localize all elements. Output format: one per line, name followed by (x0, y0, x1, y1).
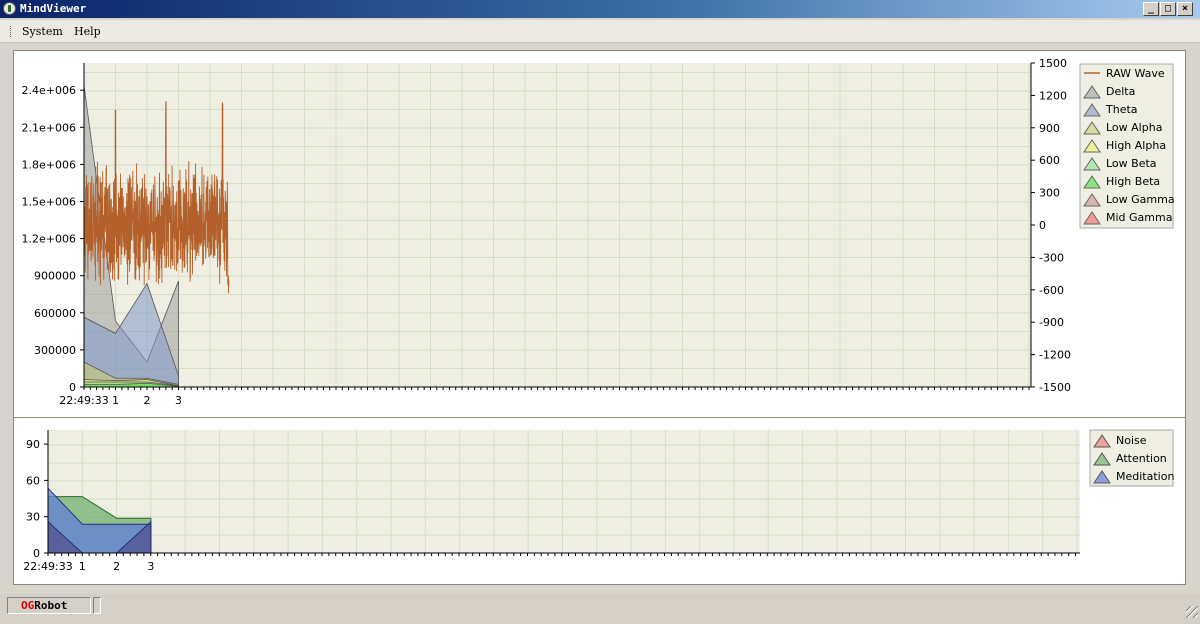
minimize-button[interactable]: _ (1143, 2, 1159, 16)
y-right-tick-label: -600 (1039, 284, 1064, 297)
y-right-tick-label: 1500 (1039, 57, 1067, 70)
resize-grip[interactable] (1186, 606, 1198, 618)
brainwave-chart: 2.4e+006 2.1e+006 1.8e+006 1.5e+006 1.2e+006… (22, 57, 1175, 407)
y-right-tick-label: -300 (1039, 251, 1064, 264)
menu-system[interactable]: System (22, 25, 63, 38)
menu-help[interactable]: Help (74, 25, 101, 38)
y-left-tick-label: 1.5e+006 (22, 196, 76, 209)
y-left-tick-label: 0 (69, 381, 76, 394)
y-left-tick-label: 1.2e+006 (22, 233, 76, 246)
y-left-tick-label: 600000 (34, 307, 76, 320)
y-tick-label: 60 (26, 474, 40, 487)
y-tick-label: 90 (26, 438, 40, 451)
brand-suffix: Robot (34, 599, 68, 612)
y-right-tick-label: 600 (1039, 154, 1060, 167)
x-tick-label: 1 (112, 394, 119, 407)
esense-chart-panel: 90 60 30 0 22:49:33 1 2 3 Noise Attention Meditati… (13, 417, 1186, 585)
x-tick-label: 22:49:33 (59, 394, 108, 407)
legend-label: Mid Gamma (1106, 211, 1172, 224)
close-button[interactable]: × (1177, 2, 1193, 16)
y-left-tick-label: 1.8e+006 (22, 158, 76, 171)
y-tick-label: 0 (33, 547, 40, 560)
x-tick-label: 22:49:33 (23, 560, 72, 573)
legend-label: Delta (1106, 85, 1135, 98)
y-right-tick-label: -1500 (1039, 381, 1071, 394)
title-bar: MindViewer _ □ × (0, 0, 1200, 18)
y-right-tick-label: 300 (1039, 187, 1060, 200)
status-cell-empty (93, 597, 101, 614)
app-icon (3, 2, 16, 15)
y-left-tick-label: 2.4e+006 (22, 84, 76, 97)
brand-label: OGRobot (7, 597, 91, 614)
x-tick-label: 3 (147, 560, 154, 573)
y-right-tick-label: 900 (1039, 122, 1060, 135)
x-tick-label: 2 (144, 394, 151, 407)
legend-label: Meditation (1116, 470, 1174, 483)
legend: Noise Attention Meditation (1089, 429, 1174, 487)
legend-label: Low Alpha (1106, 121, 1162, 134)
status-bar: OGRobot (0, 594, 1200, 624)
legend: RAW Wave Delta Theta Low Alpha High Alpha Low… (1079, 63, 1175, 229)
legend-label: High Beta (1106, 175, 1160, 188)
menu-bar: System Help (0, 20, 1200, 43)
legend-label: Attention (1116, 452, 1167, 465)
legend-label: Low Gamma (1106, 193, 1175, 206)
y-right-tick-label: 1200 (1039, 89, 1067, 102)
legend-label: RAW Wave (1106, 67, 1165, 80)
y-left-tick-label: 300000 (34, 344, 76, 357)
y-right-tick-label: 0 (1039, 219, 1046, 232)
brand-prefix: OG (21, 599, 35, 612)
window-title: MindViewer (20, 2, 87, 15)
brainwave-chart-panel: 2.4e+006 2.1e+006 1.8e+006 1.5e+006 1.2e+006… (13, 50, 1186, 418)
legend-label: Theta (1105, 103, 1138, 116)
y-tick-label: 30 (26, 511, 40, 524)
x-tick-label: 1 (79, 560, 86, 573)
y-right-tick-label: -900 (1039, 316, 1064, 329)
y-right-tick-label: -1200 (1039, 349, 1071, 362)
maximize-button[interactable]: □ (1160, 2, 1176, 16)
legend-label: Low Beta (1106, 157, 1157, 170)
esense-chart: 90 60 30 022:49:33 1 2 3 Noise Attention Meditati… (23, 429, 1174, 573)
legend-label: High Alpha (1106, 139, 1166, 152)
y-left-tick-label: 900000 (34, 270, 76, 283)
legend-label: Noise (1116, 434, 1147, 447)
y-left-tick-label: 2.1e+006 (22, 121, 76, 134)
toolbar-grip[interactable] (10, 26, 13, 37)
x-tick-label: 2 (113, 560, 120, 573)
x-tick-label: 3 (175, 394, 182, 407)
